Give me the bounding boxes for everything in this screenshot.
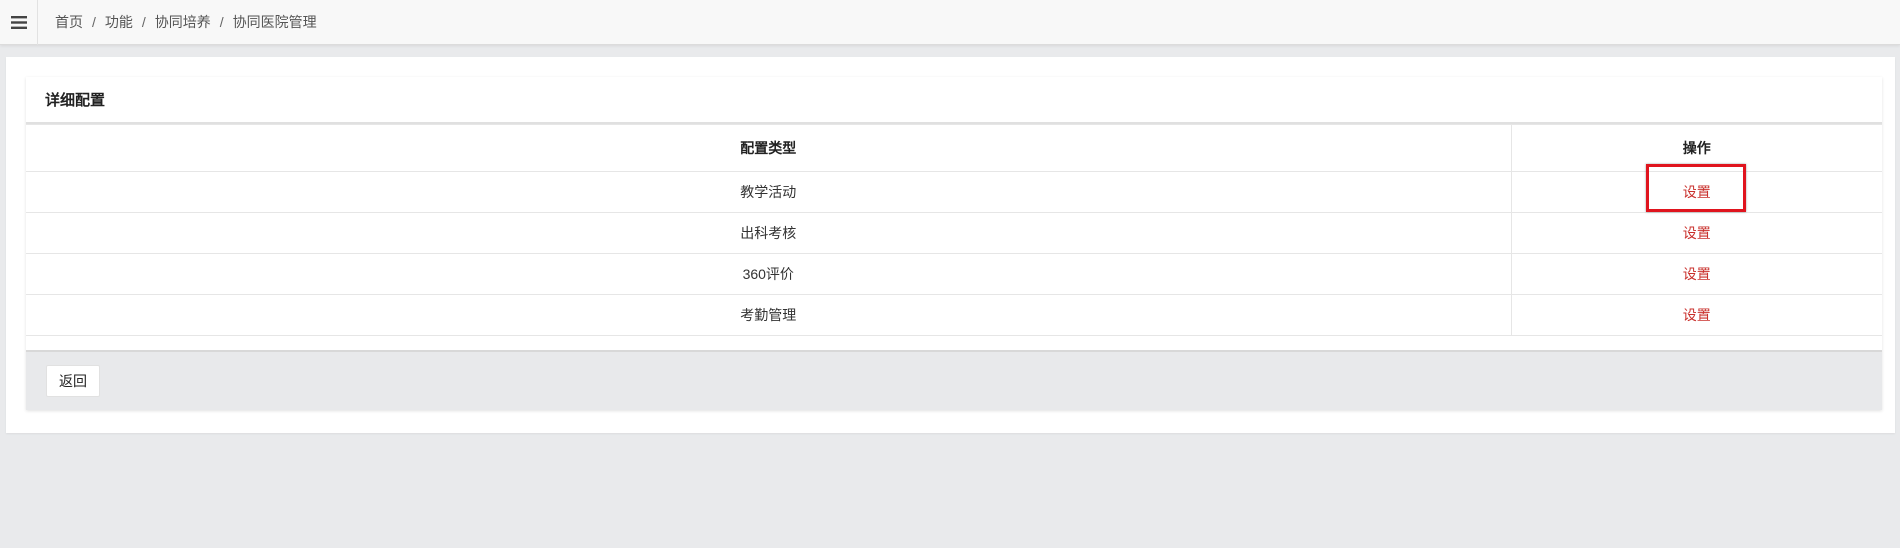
table-row: 考勤管理 设置 [26, 294, 1882, 336]
breadcrumb-separator: / [219, 14, 224, 30]
breadcrumb-separator: / [141, 14, 146, 30]
table-row: 出科考核 设置 [26, 212, 1882, 254]
config-type-cell: 360评价 [26, 253, 1512, 295]
set-button-department-exam[interactable]: 设置 [1683, 225, 1711, 241]
table-row: 教学活动 设置 [26, 164, 1882, 213]
panel-title: 详细配置 [26, 77, 1882, 124]
operation-cell: 设置 [1510, 212, 1882, 254]
table-row: 360评价 设置 [26, 253, 1882, 295]
set-button-360-evaluation[interactable]: 设置 [1683, 266, 1711, 282]
breadcrumb-home[interactable]: 首页 [55, 12, 83, 32]
set-button-teaching-activity[interactable]: 设置 [1683, 184, 1711, 200]
column-header-config-type: 配置类型 [26, 124, 1512, 172]
page-card: 详细配置 配置类型 操作 教学活动 设置 出科考核 设置 360评价 设置 考勤… [6, 57, 1895, 433]
back-button[interactable]: 返回 [46, 365, 100, 397]
breadcrumb-collaborative-training[interactable]: 协同培养 [155, 12, 211, 32]
operation-cell: 设置 [1510, 164, 1882, 213]
panel-footer: 返回 [26, 350, 1882, 410]
config-table: 配置类型 操作 教学活动 设置 出科考核 设置 360评价 设置 考勤管理 设置 [26, 124, 1882, 336]
column-header-operation: 操作 [1510, 124, 1882, 172]
config-type-cell: 教学活动 [26, 171, 1512, 213]
config-type-cell: 出科考核 [26, 212, 1512, 254]
set-button-attendance[interactable]: 设置 [1683, 307, 1711, 323]
menu-toggle-button[interactable] [0, 0, 38, 45]
hamburger-menu-icon [10, 15, 27, 29]
top-bar: 首页 / 功能 / 协同培养 / 协同医院管理 [0, 0, 1900, 45]
detail-config-panel: 详细配置 配置类型 操作 教学活动 设置 出科考核 设置 360评价 设置 考勤… [26, 77, 1882, 410]
table-header-row: 配置类型 操作 [26, 124, 1882, 172]
breadcrumb-separator: / [92, 14, 96, 30]
config-type-cell: 考勤管理 [26, 294, 1512, 336]
breadcrumb-current: 协同医院管理 [232, 14, 317, 30]
breadcrumb-functions[interactable]: 功能 [105, 12, 133, 32]
operation-cell: 设置 [1510, 253, 1882, 295]
breadcrumb: 首页 / 功能 / 协同培养 / 协同医院管理 [38, 12, 317, 32]
highlighted-action-wrapper: 设置 [1645, 164, 1746, 212]
operation-cell: 设置 [1510, 294, 1882, 336]
